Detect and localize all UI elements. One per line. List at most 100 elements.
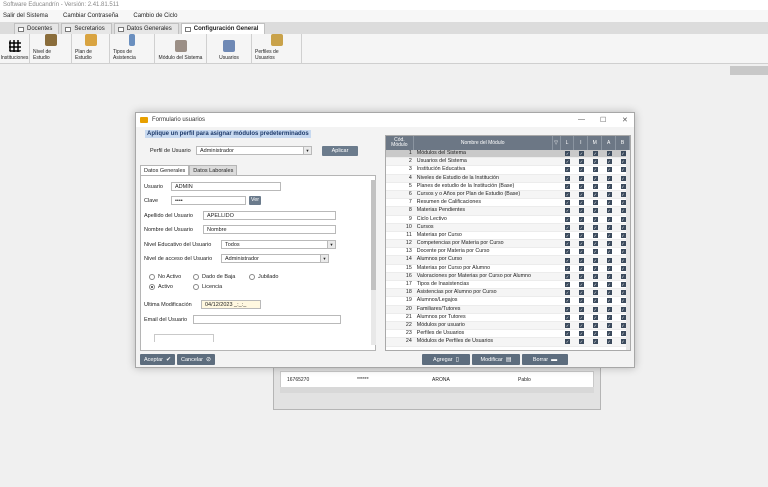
perm-m-header[interactable]: M [588, 136, 603, 150]
perm-a-checkbox[interactable]: ✓ [602, 306, 616, 313]
table-row[interactable]: 21 Alumnos por Tutores ✓ ✓ ✓ ✓ ✓ [386, 314, 630, 322]
table-row[interactable]: 19 Alumnos/Legajos ✓ ✓ ✓ ✓ ✓ [386, 297, 630, 306]
filter-icon[interactable]: ▽ [553, 136, 561, 150]
delete-button[interactable]: Borrar ▬ [522, 354, 568, 365]
perm-a-checkbox[interactable]: ✓ [602, 224, 616, 231]
perm-i-checkbox[interactable]: ✓ [574, 166, 588, 173]
perm-a-checkbox[interactable]: ✓ [602, 199, 616, 206]
perm-i-checkbox[interactable]: ✓ [574, 273, 588, 280]
perm-m-checkbox[interactable]: ✓ [588, 166, 602, 173]
table-row[interactable]: 10 Cursos ✓ ✓ ✓ ✓ ✓ [386, 223, 630, 232]
usuarios-button[interactable]: Usuarios [207, 34, 252, 64]
code-column-header[interactable]: Cód. Módulo [386, 136, 414, 150]
perm-l-checkbox[interactable]: ✓ [561, 297, 575, 304]
perm-i-checkbox[interactable]: ✓ [574, 265, 588, 272]
perm-i-checkbox[interactable]: ✓ [574, 322, 588, 329]
perm-l-checkbox[interactable]: ✓ [561, 232, 575, 239]
menu-item-cambio-ciclo[interactable]: Cambio de Ciclo [130, 10, 189, 22]
tab-datos-generales-form[interactable]: Datos Generales [140, 165, 190, 175]
nivel-acceso-select[interactable]: Administrador ▼ [221, 254, 329, 263]
nivel-estudio-button[interactable]: Nivel de Estudio [30, 34, 72, 64]
perm-m-checkbox[interactable]: ✓ [588, 306, 602, 313]
perm-m-checkbox[interactable]: ✓ [588, 199, 602, 206]
perm-a-checkbox[interactable]: ✓ [602, 175, 616, 182]
perm-i-checkbox[interactable]: ✓ [574, 306, 588, 313]
table-row[interactable]: 17 Tipos de Inasistencias ✓ ✓ ✓ ✓ ✓ [386, 281, 630, 290]
perm-a-checkbox[interactable]: ✓ [602, 232, 616, 239]
perm-b-header[interactable]: B [616, 136, 630, 150]
perm-i-checkbox[interactable]: ✓ [574, 175, 588, 182]
perm-a-checkbox[interactable]: ✓ [602, 191, 616, 198]
perm-l-checkbox[interactable]: ✓ [561, 330, 575, 337]
password-field[interactable]: •••• [171, 196, 246, 205]
perm-i-checkbox[interactable]: ✓ [574, 240, 588, 247]
menu-item-salir[interactable]: Salir del Sistema [0, 10, 60, 22]
perm-i-checkbox[interactable]: ✓ [574, 150, 588, 157]
perm-l-checkbox[interactable]: ✓ [561, 183, 575, 190]
tab-datos-laborales[interactable]: Datos Laborales [189, 165, 238, 175]
perm-l-checkbox[interactable]: ✓ [561, 265, 575, 272]
table-row[interactable]: 2 Usuarios del Sistema ✓ ✓ ✓ ✓ ✓ [386, 158, 630, 167]
table-row[interactable]: 24 Módulos de Perfiles de Usuarios ✓ ✓ ✓ ✓ ✓ [386, 338, 630, 347]
table-row[interactable]: 23 Perfiles de Usuarios ✓ ✓ ✓ ✓ ✓ [386, 330, 630, 339]
perm-m-checkbox[interactable]: ✓ [588, 338, 602, 345]
apellido-field[interactable]: APELLIDO [203, 211, 336, 220]
modify-button[interactable]: Modificar ▤ [472, 354, 520, 365]
perm-a-checkbox[interactable]: ✓ [602, 240, 616, 247]
perm-m-checkbox[interactable]: ✓ [588, 314, 602, 321]
table-row[interactable]: 11 Materias por Curso ✓ ✓ ✓ ✓ ✓ [386, 232, 630, 241]
perm-i-checkbox[interactable]: ✓ [574, 207, 588, 214]
modulo-sistema-button[interactable]: Módulo del Sistema [155, 34, 207, 64]
perm-m-checkbox[interactable]: ✓ [588, 281, 602, 288]
perm-i-checkbox[interactable]: ✓ [574, 281, 588, 288]
perm-i-checkbox[interactable]: ✓ [574, 338, 588, 345]
perm-l-checkbox[interactable]: ✓ [561, 224, 575, 231]
perm-a-checkbox[interactable]: ✓ [602, 338, 616, 345]
table-row[interactable]: 9 Ciclo Lectivo ✓ ✓ ✓ ✓ ✓ [386, 216, 630, 224]
scroll-thumb[interactable] [371, 180, 376, 290]
close-icon[interactable]: ✕ [622, 116, 628, 124]
perm-a-checkbox[interactable]: ✓ [602, 216, 616, 223]
vertical-scrollbar[interactable] [371, 180, 376, 345]
perm-l-checkbox[interactable]: ✓ [561, 199, 575, 206]
perm-l-checkbox[interactable]: ✓ [561, 191, 575, 198]
perm-i-checkbox[interactable]: ✓ [574, 199, 588, 206]
perm-i-header[interactable]: I [574, 136, 589, 150]
perfiles-usuarios-button[interactable]: Perfiles de Usuarios [252, 34, 302, 64]
perm-l-checkbox[interactable]: ✓ [561, 150, 575, 157]
show-password-button[interactable]: Ver [249, 196, 261, 205]
perm-a-checkbox[interactable]: ✓ [602, 150, 616, 157]
perm-i-checkbox[interactable]: ✓ [574, 289, 588, 296]
table-row[interactable]: 15 Materias por Curso por Alumno ✓ ✓ ✓ ✓ ✓ [386, 265, 630, 273]
accept-button[interactable]: Aceptar ✔ [140, 354, 175, 365]
perm-i-checkbox[interactable]: ✓ [574, 191, 588, 198]
table-row[interactable]: 1 Módulos del Sistema ✓ ✓ ✓ ✓ ✓ [386, 150, 630, 159]
table-row[interactable]: 13 Docente por Materia por Curso ✓ ✓ ✓ ✓ ✓ [386, 248, 630, 257]
perm-i-checkbox[interactable]: ✓ [574, 158, 588, 165]
tab-docentes[interactable]: Docentes [14, 23, 60, 34]
radio-licencia[interactable] [193, 284, 199, 290]
perm-m-checkbox[interactable]: ✓ [588, 232, 602, 239]
perm-l-checkbox[interactable]: ✓ [561, 240, 575, 247]
perm-l-checkbox[interactable]: ✓ [561, 314, 575, 321]
perm-a-checkbox[interactable]: ✓ [602, 322, 616, 329]
cancel-button[interactable]: Cancelar ⊘ [177, 354, 216, 365]
table-row[interactable]: 7 Resumen de Calificaciones ✓ ✓ ✓ ✓ ✓ [386, 199, 630, 208]
minimize-icon[interactable]: — [578, 116, 585, 123]
table-row[interactable]: 22 Módulos por usuario ✓ ✓ ✓ ✓ ✓ [386, 321, 630, 331]
perm-l-checkbox[interactable]: ✓ [561, 256, 575, 263]
perm-l-checkbox[interactable]: ✓ [561, 306, 575, 313]
perm-i-checkbox[interactable]: ✓ [574, 314, 588, 321]
perm-l-checkbox[interactable]: ✓ [561, 166, 575, 173]
perm-a-checkbox[interactable]: ✓ [602, 265, 616, 272]
horizontal-scrollbar[interactable] [280, 387, 594, 393]
perm-m-checkbox[interactable]: ✓ [588, 289, 602, 296]
perm-m-checkbox[interactable]: ✓ [588, 175, 602, 182]
perm-m-checkbox[interactable]: ✓ [588, 158, 602, 165]
perm-a-checkbox[interactable]: ✓ [602, 166, 616, 173]
perm-a-checkbox[interactable]: ✓ [602, 297, 616, 304]
perm-l-checkbox[interactable]: ✓ [561, 158, 575, 165]
ultima-modificacion-field[interactable]: 04/12/2023 _:_:_ [201, 300, 261, 309]
radio-no-activo[interactable] [149, 274, 155, 280]
tab-secretarios[interactable]: Secretarios [61, 23, 112, 34]
